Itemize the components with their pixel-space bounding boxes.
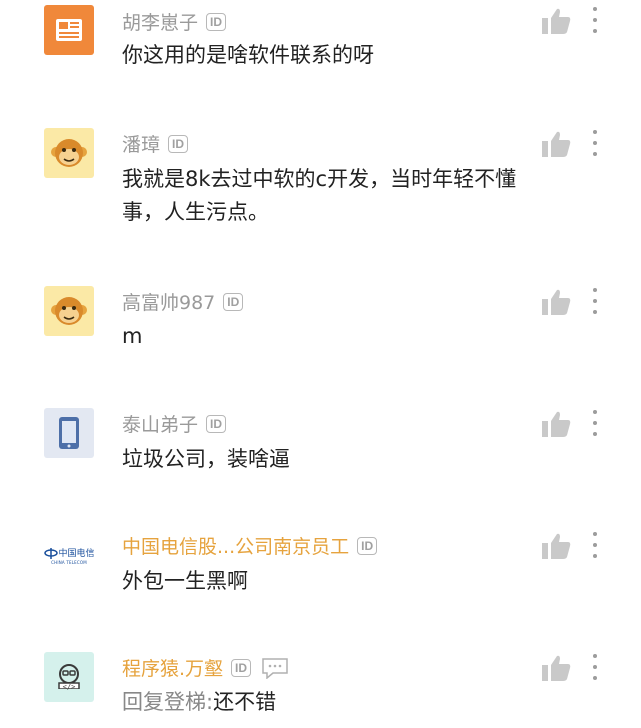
phone-icon bbox=[59, 417, 79, 449]
comment-text: 我就是8k去过中软的c开发，当时年轻不懂事，人生污点。 bbox=[122, 167, 517, 224]
code-label: </> bbox=[62, 683, 76, 691]
telecom-icon bbox=[44, 547, 58, 559]
username-text[interactable]: 高富帅987 bbox=[122, 288, 215, 315]
monkey-icon bbox=[51, 297, 87, 325]
username-text[interactable]: 潘璋 bbox=[122, 130, 160, 157]
username[interactable]: 潘璋 ID bbox=[122, 130, 189, 157]
more-icon[interactable] bbox=[592, 532, 598, 562]
reply-body: 还不错 bbox=[213, 690, 277, 714]
thumbs-up-icon[interactable] bbox=[541, 532, 571, 560]
username-text[interactable]: 中国电信股...公司南京员工 bbox=[122, 532, 349, 559]
avatar[interactable] bbox=[44, 408, 94, 458]
thumbs-up-icon[interactable] bbox=[541, 130, 571, 158]
username-text[interactable]: 程序猿.万壑 bbox=[122, 654, 223, 681]
id-badge: ID bbox=[231, 658, 252, 677]
comment-text: 外包一生黑啊 bbox=[122, 569, 248, 593]
username[interactable]: 泰山弟子 ID bbox=[122, 410, 227, 437]
chat-bubble-icon[interactable] bbox=[261, 657, 289, 679]
id-badge: ID bbox=[206, 12, 227, 31]
id-badge: ID bbox=[206, 414, 227, 433]
china-telecom-logo: 中国电信 bbox=[44, 546, 94, 560]
more-icon[interactable] bbox=[592, 410, 598, 440]
more-icon[interactable] bbox=[592, 654, 598, 684]
username-text[interactable]: 泰山弟子 bbox=[122, 410, 198, 437]
username[interactable]: 高富帅987 ID bbox=[122, 288, 244, 315]
logo-text: 中国电信 bbox=[58, 549, 95, 559]
comment-text: 你这用的是啥软件联系的呀 bbox=[122, 43, 374, 67]
username[interactable]: 胡李崽子 ID bbox=[122, 8, 227, 35]
id-badge: ID bbox=[168, 134, 189, 153]
username[interactable]: 程序猿.万壑 ID bbox=[122, 654, 289, 681]
id-badge: ID bbox=[357, 536, 378, 555]
avatar[interactable]: 中国电信 CHINA TELECOM bbox=[44, 530, 94, 580]
username[interactable]: 中国电信股...公司南京员工 ID bbox=[122, 532, 378, 559]
thumbs-up-icon[interactable] bbox=[541, 410, 571, 438]
more-icon[interactable] bbox=[592, 7, 598, 37]
logo-subtext: CHINA TELECOM bbox=[51, 559, 87, 565]
avatar[interactable]: </> bbox=[44, 652, 94, 702]
thumbs-up-icon[interactable] bbox=[541, 288, 571, 316]
thumbs-up-icon[interactable] bbox=[541, 7, 571, 35]
avatar[interactable] bbox=[44, 286, 94, 336]
thumbs-up-icon[interactable] bbox=[541, 654, 571, 682]
more-icon[interactable] bbox=[592, 130, 598, 160]
username-text[interactable]: 胡李崽子 bbox=[122, 8, 198, 35]
comment-text: 回复登梯:还不错 bbox=[122, 686, 542, 719]
comment-text: 垃圾公司，装啥逼 bbox=[122, 447, 290, 471]
newspaper-icon bbox=[56, 19, 82, 41]
avatar[interactable] bbox=[44, 128, 94, 178]
avatar[interactable] bbox=[44, 5, 94, 55]
id-badge: ID bbox=[223, 292, 244, 311]
monkey-icon bbox=[51, 139, 87, 167]
more-icon[interactable] bbox=[592, 288, 598, 318]
comment-text: m bbox=[122, 324, 143, 348]
reply-prefix: 回复登梯: bbox=[122, 690, 214, 714]
